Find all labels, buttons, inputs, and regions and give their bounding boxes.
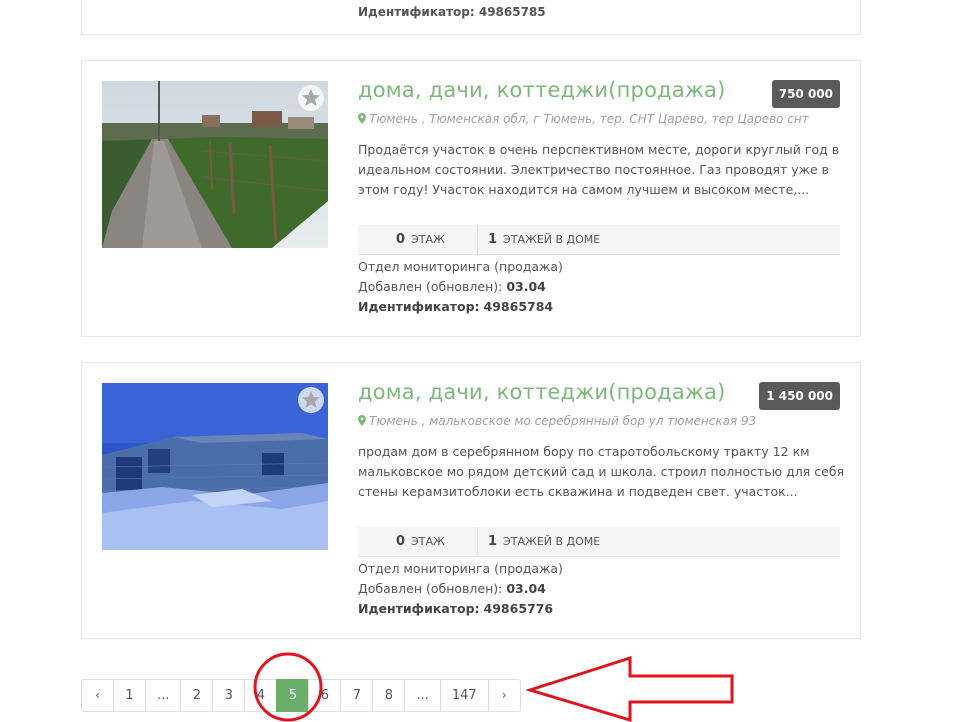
floors-in-building-stat: 1 ЭТАЖЕЙ В ДОМЕ — [488, 232, 601, 247]
listing-stats: 0 ЭТАЖ 1 ЭТАЖЕЙ В ДОМЕ — [358, 527, 840, 557]
added-date: Добавлен (обновлен): 03.04 — [358, 581, 546, 596]
listing-description: Продаётся участок в очень перспективном … — [358, 142, 840, 197]
department-label: Отдел мониторинга (продажа) — [358, 561, 563, 576]
listing-stats: 0 ЭТАЖ 1 ЭТАЖЕЙ В ДОМЕ — [358, 225, 840, 255]
pagination-ellipsis[interactable]: ... — [404, 679, 441, 712]
listing-title-link[interactable]: дома, дачи, коттеджи(продажа) — [358, 78, 726, 102]
field-road-photo — [102, 81, 328, 248]
floors-in-building-stat: 1 ЭТАЖЕЙ В ДОМЕ — [488, 534, 601, 549]
favorite-star-icon[interactable] — [298, 85, 324, 111]
listing-address: Тюмень , мальковское мо серебрянный бор … — [358, 414, 756, 428]
listing-title-link[interactable]: дома, дачи, коттеджи(продажа) — [358, 380, 726, 404]
listing-identifier: Идентификатор: 49865784 — [358, 299, 554, 314]
pagination-page-147[interactable]: 147 — [439, 679, 489, 712]
listing-meta: Отдел мониторинга (продажа) Добавлен (об… — [358, 257, 563, 317]
map-pin-icon — [358, 113, 366, 124]
favorite-star-icon[interactable] — [298, 387, 324, 413]
pagination-page-8[interactable]: 8 — [372, 679, 406, 712]
floor-stat: 0 ЭТАЖ — [396, 534, 445, 549]
price-badge: 750 000 — [771, 80, 840, 108]
listing-address: Тюмень , Тюменская обл, г Тюмень, тер. С… — [358, 112, 809, 126]
map-pin-icon — [358, 415, 366, 426]
listing-photo[interactable] — [102, 81, 328, 248]
floor-stat: 0 ЭТАЖ — [396, 232, 445, 247]
listing-meta: Отдел мониторинга (продажа) Добавлен (об… — [358, 559, 563, 619]
pagination-page-7[interactable]: 7 — [340, 679, 374, 712]
added-date: Добавлен (обновлен): 03.04 — [358, 279, 546, 294]
annotation-arrow-icon — [526, 655, 734, 722]
pagination-page-3[interactable]: 3 — [212, 679, 246, 712]
pagination-page-4[interactable]: 4 — [244, 679, 278, 712]
price-badge: 1 450 000 — [759, 382, 840, 410]
pagination-next-button[interactable]: › — [487, 679, 521, 712]
listing-card-previous: Идентификатор: 49865785 — [81, 0, 861, 35]
listing-card: дома, дачи, коттеджи(продажа) 750 000 Тю… — [81, 60, 861, 337]
pagination: ‹ 1 ... 2 3 4 5 6 7 8 ... 147 › — [81, 679, 521, 712]
listing-card: дома, дачи, коттеджи(продажа) 1 450 000 … — [81, 362, 861, 639]
department-label: Отдел мониторинга (продажа) — [358, 259, 563, 274]
listing-description: продам дом в серебрянном бору по старото… — [358, 444, 845, 499]
snow-house-photo — [102, 383, 328, 550]
pagination-page-2[interactable]: 2 — [180, 679, 214, 712]
listing-identifier: Идентификатор: 49865776 — [358, 601, 554, 616]
listing-photo[interactable] — [102, 383, 328, 550]
listing-identifier: Идентификатор: 49865785 — [358, 5, 546, 19]
pagination-page-5-current[interactable]: 5 — [276, 679, 310, 712]
pagination-page-1[interactable]: 1 — [113, 679, 146, 712]
pagination-ellipsis[interactable]: ... — [145, 679, 182, 712]
pagination-page-6[interactable]: 6 — [308, 679, 342, 712]
pagination-prev-button[interactable]: ‹ — [81, 679, 114, 712]
